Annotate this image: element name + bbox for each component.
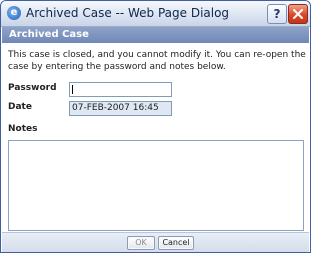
- close-icon: [293, 9, 303, 19]
- close-button[interactable]: [288, 4, 308, 24]
- date-field: 07-FEB-2007 16:45: [69, 101, 172, 116]
- ie-app-icon: e: [7, 6, 21, 20]
- section-header-title: Archived Case: [9, 29, 89, 40]
- password-input[interactable]: [69, 82, 172, 97]
- date-label: Date: [8, 102, 32, 112]
- help-button[interactable]: ?: [267, 4, 287, 24]
- dialog-window: e Archived Case -- Web Page Dialog ? Arc…: [0, 0, 311, 253]
- window-title: Archived Case -- Web Page Dialog: [26, 6, 230, 20]
- password-label: Password: [8, 83, 57, 93]
- title-bar[interactable]: e Archived Case -- Web Page Dialog ?: [1, 1, 310, 27]
- cancel-button[interactable]: Cancel: [158, 236, 194, 250]
- section-header: Archived Case: [2, 27, 309, 43]
- notes-textarea[interactable]: [8, 140, 304, 231]
- info-message: This case is closed, and you cannot modi…: [8, 50, 306, 72]
- notes-label: Notes: [8, 124, 38, 134]
- ok-button[interactable]: OK: [127, 236, 155, 250]
- help-icon: ?: [273, 7, 281, 21]
- text-caret: [72, 85, 73, 94]
- button-bar: OK Cancel: [2, 232, 309, 252]
